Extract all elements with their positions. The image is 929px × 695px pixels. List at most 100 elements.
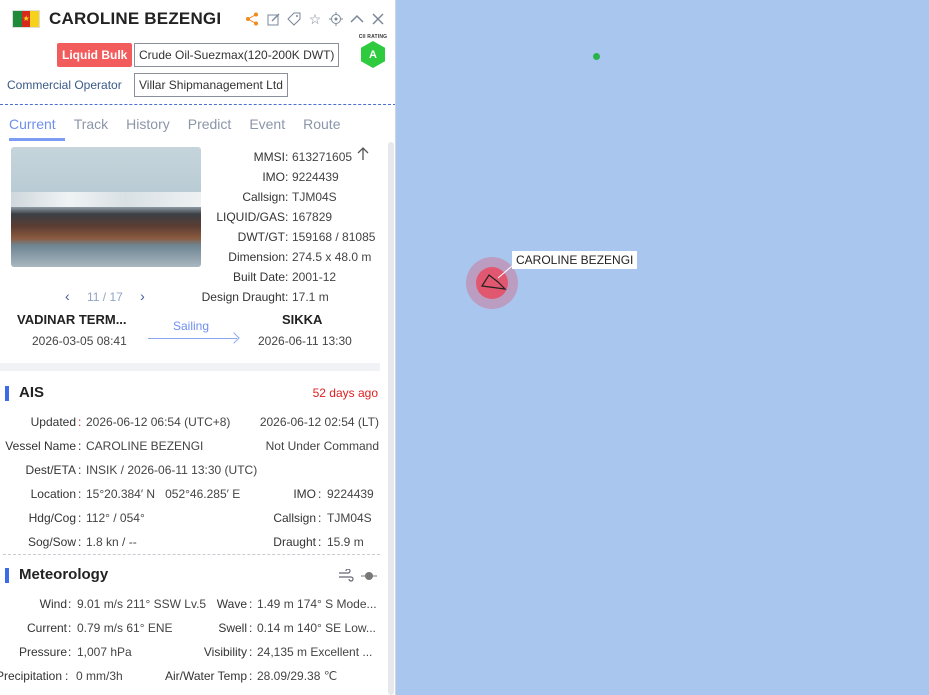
- dest-eta-value: INSIK / 2026-06-11 13:30 (UTC): [86, 463, 258, 477]
- swell-label: Swell: [218, 621, 247, 635]
- visibility-value: 24,135 m Excellent ...: [257, 645, 373, 659]
- ais-age: 52 days ago: [312, 386, 378, 400]
- locate-icon[interactable]: [328, 10, 344, 28]
- wave-label: Wave: [216, 597, 247, 611]
- cii-rating-badge[interactable]: CII RATING A: [357, 34, 389, 68]
- imo-value: 9224439: [292, 170, 339, 184]
- sog-sow-label: Sog/Sow: [27, 535, 76, 549]
- chevron-up-icon[interactable]: [349, 10, 365, 28]
- ais-draught-label: Draught: [273, 535, 316, 549]
- ais-fields: Updated:2026-06-12 06:54 (UTC+8) 2026-06…: [5, 415, 379, 549]
- voyage-arrow: [148, 338, 237, 339]
- hdg-cog-label: Hdg/Cog: [28, 511, 76, 525]
- current-label: Current: [26, 621, 67, 635]
- meteorology-section-title: Meteorology: [5, 566, 108, 583]
- vessel-name-value: CAROLINE BEZENGI: [86, 439, 204, 453]
- voyage-status: Sailing: [173, 319, 210, 333]
- commercial-operator-box[interactable]: Villar Shipmanagement Ltd: [134, 73, 288, 97]
- tab-event[interactable]: Event: [240, 114, 294, 140]
- vessel-marker-small[interactable]: [593, 53, 600, 60]
- tag-icon[interactable]: [286, 10, 302, 28]
- section-divider: [0, 363, 380, 371]
- location-label: Location: [30, 487, 76, 501]
- location-value: 15°20.384′ N 052°46.285′ E: [86, 487, 241, 501]
- precipitation-value: 0 mm/3h: [76, 669, 123, 683]
- star-icon[interactable]: ☆: [307, 10, 323, 28]
- chevron-left-icon[interactable]: ‹: [65, 288, 70, 304]
- ais-imo-label: IMO: [293, 487, 316, 501]
- detail-tabs: Current Track History Predict Event Rout…: [0, 114, 380, 141]
- ais-callsign-label: Callsign: [273, 511, 316, 525]
- panel-scrollbar[interactable]: [388, 142, 394, 695]
- vessel-name: CAROLINE BEZENGI: [49, 9, 222, 28]
- ais-draught-value: 15.9 m: [327, 535, 364, 549]
- updated-label: Updated: [30, 415, 76, 429]
- weather-layer-icon[interactable]: [361, 569, 377, 586]
- map-view[interactable]: [396, 0, 929, 695]
- departure-port[interactable]: VADINAR TERM...: [17, 312, 127, 327]
- ais-section-title: AIS: [5, 384, 44, 401]
- tab-track[interactable]: Track: [65, 114, 117, 140]
- built-date-label: Built Date: [232, 270, 285, 284]
- wind-value: 9.01 m/s 211° SSW Lv.5: [77, 597, 207, 611]
- section-separator: [3, 554, 380, 555]
- dwt-gt-value: 159168 / 81085: [292, 230, 376, 244]
- pressure-value: 1,007 hPa: [77, 645, 132, 659]
- liquid-gas-value: 167829: [292, 210, 333, 224]
- flag-icon: [12, 10, 40, 28]
- cii-hex-icon: A: [361, 41, 385, 68]
- air-water-temp-label: Air/Water Temp: [164, 669, 247, 683]
- pressure-label: Pressure: [18, 645, 67, 659]
- design-draught-value: 17.1 m: [292, 290, 329, 304]
- arrival-date: 2026-06-11 13:30: [258, 334, 352, 348]
- vessel-type-tag: Liquid Bulk: [57, 43, 133, 67]
- callsign-value: TJM04S: [292, 190, 337, 204]
- dimension-label: Dimension: [228, 250, 285, 264]
- updated-utc: 2026-06-12 06:54 (UTC+8): [86, 415, 231, 429]
- dimension-value: 274.5 x 48.0 m: [292, 250, 372, 264]
- vessel-photo[interactable]: [11, 147, 201, 267]
- photo-count: 11 / 17: [87, 290, 123, 304]
- tab-predict[interactable]: Predict: [179, 114, 241, 140]
- callsign-label: Callsign: [242, 190, 285, 204]
- visibility-label: Visibility: [203, 645, 247, 659]
- upload-icon[interactable]: [356, 146, 370, 165]
- updated-local: 2026-06-12 02:54 (LT): [259, 415, 379, 429]
- departure-date: 2026-03-05 08:41: [32, 334, 127, 348]
- liquid-gas-label: LIQUID/GAS: [216, 210, 285, 224]
- nav-status: Not Under Command: [265, 439, 379, 453]
- chevron-right-icon[interactable]: ›: [140, 288, 145, 304]
- edit-icon[interactable]: [265, 10, 281, 28]
- built-date-value: 2001-12: [292, 270, 337, 284]
- vessel-subtype-box: Crude Oil-Suezmax(120-200K DWT): [134, 43, 339, 67]
- design-draught-label: Design Draught: [201, 290, 285, 304]
- dwt-gt-label: DWT/GT: [237, 230, 285, 244]
- arrival-port[interactable]: SIKKA: [282, 312, 322, 327]
- close-icon[interactable]: [370, 10, 386, 28]
- tab-route[interactable]: Route: [294, 114, 349, 140]
- dest-eta-label: Dest/ETA: [25, 463, 76, 477]
- tab-history[interactable]: History: [117, 114, 179, 140]
- tab-current[interactable]: Current: [0, 114, 65, 141]
- wind-icon[interactable]: [338, 568, 354, 586]
- commercial-operator-label: Commercial Operator: [7, 78, 122, 92]
- share-icon[interactable]: [244, 10, 260, 28]
- mmsi-label: MMSI: [253, 150, 285, 164]
- ais-callsign-value: TJM04S: [327, 511, 372, 525]
- imo-label: IMO: [262, 170, 285, 184]
- ais-imo-value: 9224439: [327, 487, 374, 501]
- map-vessel-label[interactable]: CAROLINE BEZENGI: [512, 251, 638, 269]
- mmsi-value: 613271605: [292, 150, 353, 164]
- panel-header: CAROLINE BEZENGI ☆ Liquid Bulk Crude Oil…: [0, 0, 395, 105]
- vessel-detail-panel: CAROLINE BEZENGI ☆ Liquid Bulk Crude Oil…: [0, 0, 396, 695]
- meteorology-fields: Wind:9.01 m/s 211° SSW Lv.5 Wave:1.49 m …: [0, 597, 390, 687]
- wave-value: 1.49 m 174° S Mode...: [257, 597, 377, 611]
- hdg-cog-value: 112° / 054°: [86, 511, 145, 525]
- vessel-name-label: Vessel Name: [5, 439, 76, 453]
- photo-pager: ‹ 11 / 17 ›: [65, 288, 145, 304]
- cii-rating-label: CII RATING: [358, 34, 388, 40]
- header-actions: ☆: [244, 10, 386, 28]
- precipitation-label: Precipitation: [0, 669, 62, 683]
- swell-value: 0.14 m 140° SE Low...: [257, 621, 376, 635]
- sog-sow-value: 1.8 kn / --: [86, 535, 137, 549]
